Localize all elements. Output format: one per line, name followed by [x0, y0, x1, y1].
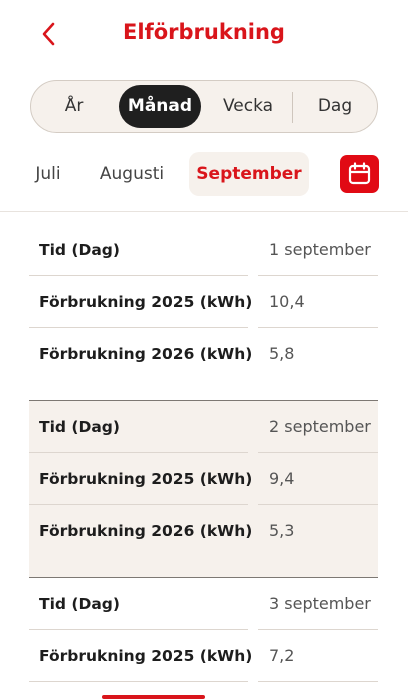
- consumption-2026-label: Förbrukning 2026 (kWh): [39, 345, 253, 363]
- day-group-1: Tid (Dag) 1 september Förbrukning 2025 (…: [29, 224, 378, 401]
- row-divider: [29, 681, 248, 682]
- calendar-icon: [348, 162, 371, 185]
- consumption-2025-value: 9,4: [269, 469, 295, 488]
- time-value: 2 september: [269, 417, 371, 436]
- table-row: Förbrukning 2026 (kWh) 5,8: [29, 328, 378, 380]
- tab-year[interactable]: År: [35, 85, 113, 128]
- calendar-button[interactable]: [340, 155, 379, 193]
- time-label: Tid (Dag): [39, 241, 120, 259]
- consumption-2025-label: Förbrukning 2025 (kWh): [39, 470, 253, 488]
- tab-day[interactable]: Dag: [295, 85, 375, 128]
- consumption-2026-label: Förbrukning 2026 (kWh): [39, 522, 253, 540]
- time-value: 3 september: [269, 594, 371, 613]
- consumption-2025-label: Förbrukning 2025 (kWh): [39, 647, 253, 665]
- table-row: Förbrukning 2026 (kWh) 5,3: [29, 505, 378, 557]
- tab-week[interactable]: Vecka: [207, 85, 289, 128]
- table-row: Förbrukning 2025 (kWh) 7,2: [29, 630, 378, 682]
- time-label: Tid (Dag): [39, 595, 120, 613]
- table-row: Förbrukning 2025 (kWh) 9,4: [29, 453, 378, 505]
- segment-divider: [292, 92, 293, 123]
- consumption-2026-value: 5,8: [269, 344, 295, 363]
- time-value: 1 september: [269, 240, 371, 259]
- table-row: Tid (Dag) 3 september: [29, 578, 378, 630]
- month-august[interactable]: Augusti: [90, 152, 174, 196]
- consumption-2025-value: 10,4: [269, 292, 305, 311]
- page-title: Elförbrukning: [123, 20, 285, 44]
- table-row: Tid (Dag) 1 september: [29, 224, 378, 276]
- table-row: Tid (Dag) 2 september: [29, 401, 378, 453]
- day-group-3: Tid (Dag) 3 september Förbrukning 2025 (…: [29, 578, 378, 700]
- scroll-indicator: [102, 695, 205, 699]
- month-july[interactable]: Juli: [22, 152, 74, 196]
- tab-month[interactable]: Månad: [119, 85, 201, 128]
- table-row: Förbrukning 2025 (kWh) 10,4: [29, 276, 378, 328]
- section-divider: [0, 211, 408, 212]
- month-september[interactable]: September: [189, 152, 309, 196]
- consumption-2025-label: Förbrukning 2025 (kWh): [39, 293, 253, 311]
- time-label: Tid (Dag): [39, 418, 120, 436]
- day-group-2: Tid (Dag) 2 september Förbrukning 2025 (…: [29, 401, 378, 578]
- app-header: Elförbrukning: [0, 0, 408, 70]
- row-divider: [258, 681, 378, 682]
- consumption-2026-value: 5,3: [269, 521, 295, 540]
- period-segmented-control: År Månad Vecka Dag: [30, 80, 378, 133]
- consumption-2025-value: 7,2: [269, 646, 295, 665]
